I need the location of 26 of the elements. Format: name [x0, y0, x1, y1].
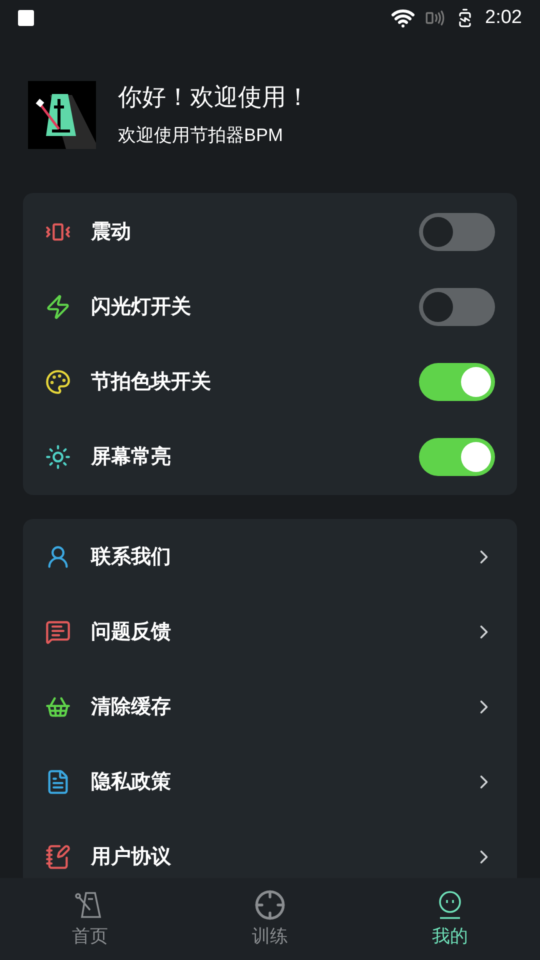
clock-time: 2:02	[485, 6, 522, 30]
greeting-title: 你好！欢迎使用！	[118, 83, 310, 113]
app-logo	[28, 80, 96, 148]
toggle-switch[interactable]	[419, 438, 495, 476]
greeting-subtitle: 欢迎使用节拍器BPM	[118, 124, 284, 147]
menu-label: 隐私政策	[91, 770, 172, 794]
toggle-switch[interactable]	[419, 362, 495, 400]
nav-tab[interactable]: 首页	[0, 878, 180, 960]
menu-item[interactable]: 问题反馈	[45, 594, 495, 669]
menu-label: 问题反馈	[91, 620, 172, 644]
menu-label: 联系我们	[91, 544, 172, 570]
setting-label: 震动	[91, 220, 132, 244]
setting-label: 节拍色块开关	[91, 370, 212, 394]
menu-item[interactable]: 联系我们	[45, 519, 495, 594]
menu-item[interactable]: 用户协议	[45, 819, 495, 878]
nav-tab[interactable]: 我的	[360, 878, 540, 960]
menu-item[interactable]: 清除缓存	[45, 669, 495, 744]
toggle-switch[interactable]	[419, 288, 495, 326]
menu-label: 清除缓存	[91, 694, 172, 720]
crosshair-icon	[254, 888, 286, 920]
toggle-switch[interactable]	[419, 212, 495, 250]
nav-tab[interactable]: 训练	[180, 878, 360, 960]
setting-label: 闪光灯开关	[91, 294, 192, 320]
menu-label: 用户协议	[91, 844, 172, 870]
setting-label: 屏幕常亮	[91, 444, 172, 470]
menu-item[interactable]: 隐私政策	[45, 744, 495, 819]
